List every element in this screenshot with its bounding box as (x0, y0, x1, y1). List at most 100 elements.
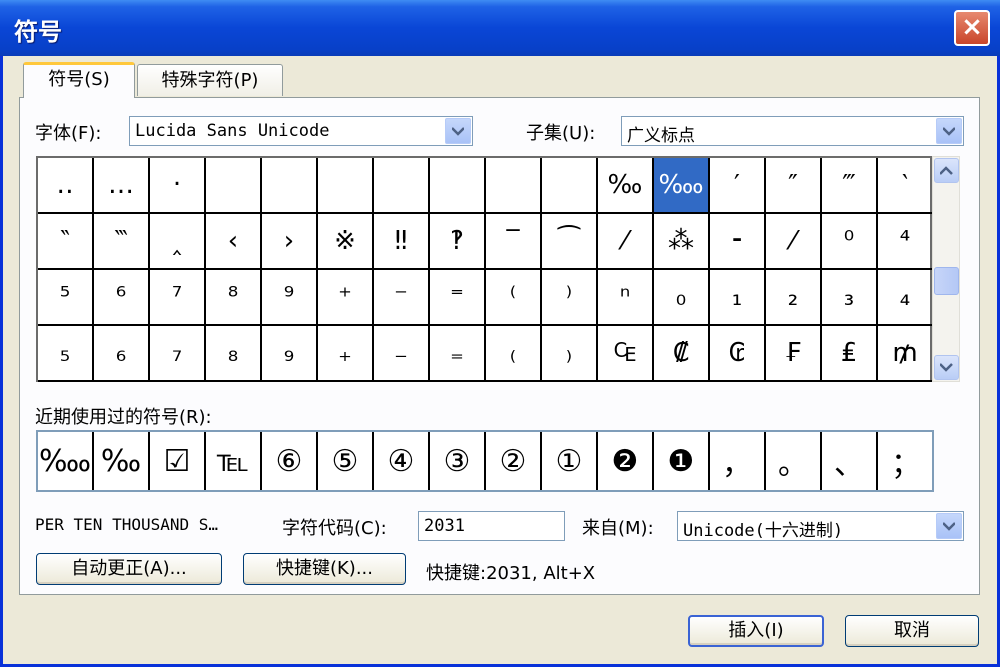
recent-symbol-cell[interactable]: ‱ (38, 432, 94, 490)
symbol-cell[interactable]: … (94, 158, 150, 214)
cancel-button[interactable]: 取消 (845, 615, 979, 647)
symbol-cell[interactable]: ₊ (318, 326, 374, 382)
recent-symbol-cell[interactable]: ； (878, 432, 934, 490)
symbol-cell[interactable]: ⁷ (150, 270, 206, 326)
symbol-cell[interactable] (542, 158, 598, 214)
symbol-cell[interactable]: ₌ (430, 326, 486, 382)
symbol-cell[interactable]: ⁺ (318, 270, 374, 326)
title-bar[interactable]: 符号 × (0, 0, 1000, 56)
symbol-cell[interactable]: ⁰ (822, 214, 878, 270)
symbol-cell[interactable]: ⁽ (486, 270, 542, 326)
symbol-cell[interactable]: ₢ (710, 326, 766, 382)
symbol-cell[interactable]: ⁵ (38, 270, 94, 326)
symbol-cell[interactable]: ‧ (150, 158, 206, 214)
symbol-cell[interactable]: ⁼ (430, 270, 486, 326)
symbol-cell[interactable]: ₆ (94, 326, 150, 382)
symbol-cell[interactable] (262, 158, 318, 214)
recent-symbol-cell[interactable]: ℡ (206, 432, 262, 490)
symbol-cell[interactable]: ⁸ (206, 270, 262, 326)
symbol-cell[interactable]: ‶ (38, 214, 94, 270)
symbol-cell[interactable]: ‵ (878, 158, 934, 214)
symbol-cell[interactable]: ⁻ (374, 270, 430, 326)
symbol-cell[interactable]: ‱ (654, 158, 710, 214)
subset-select[interactable]: 广义标点 (621, 116, 964, 146)
symbol-cell[interactable]: ₁ (710, 270, 766, 326)
symbol-cell[interactable]: ′ (710, 158, 766, 214)
tab-special-chars[interactable]: 特殊字符(P) (137, 64, 283, 96)
recent-symbol-cell[interactable]: ② (486, 432, 542, 490)
symbol-cell[interactable]: ₤ (822, 326, 878, 382)
symbol-cell[interactable] (374, 158, 430, 214)
recent-symbol-cell[interactable]: ☑ (150, 432, 206, 490)
char-code-label: 字符代码(C): (282, 518, 387, 539)
symbol-cell[interactable]: ⁾ (542, 270, 598, 326)
symbol-cell[interactable]: ⁂ (654, 214, 710, 270)
symbol-cell[interactable]: ‸ (150, 214, 206, 270)
dropdown-arrow-icon[interactable] (445, 118, 471, 144)
font-select[interactable]: Lucida Sans Unicode (129, 116, 473, 146)
symbol-cell[interactable]: ⁄ (766, 214, 822, 270)
symbol-cell[interactable]: ※ (318, 214, 374, 270)
recent-symbol-cell[interactable]: ， (710, 432, 766, 490)
scroll-thumb[interactable] (934, 267, 959, 295)
recent-symbol-cell[interactable]: ⑥ (262, 432, 318, 490)
recent-symbol-cell[interactable]: ⑤ (318, 432, 374, 490)
symbol-cell[interactable]: ₉ (262, 326, 318, 382)
symbol-cell[interactable]: ₍ (486, 326, 542, 382)
symbol-cell[interactable]: ₄ (878, 270, 934, 326)
symbol-cell[interactable]: › (262, 214, 318, 270)
symbol-cell[interactable]: ‰ (598, 158, 654, 214)
recent-symbol-cell[interactable]: ① (542, 432, 598, 490)
symbol-cell[interactable]: ‹ (206, 214, 262, 270)
recent-symbol-cell[interactable]: ❶ (654, 432, 710, 490)
symbol-cell[interactable]: ″ (766, 158, 822, 214)
scroll-down-icon[interactable] (934, 355, 959, 380)
symbol-cell[interactable]: ‷ (94, 214, 150, 270)
symbol-cell[interactable]: ₣ (766, 326, 822, 382)
symbol-cell[interactable]: ₎ (542, 326, 598, 382)
symbol-cell[interactable]: ₇ (150, 326, 206, 382)
symbol-cell[interactable] (486, 158, 542, 214)
close-button[interactable]: × (954, 10, 990, 46)
autocorrect-button[interactable]: 自动更正(A)... (36, 553, 222, 585)
symbol-cell[interactable]: ₂ (766, 270, 822, 326)
recent-symbol-cell[interactable]: ❷ (598, 432, 654, 490)
symbol-cell[interactable]: ₋ (374, 326, 430, 382)
symbol-cell[interactable]: ₈ (206, 326, 262, 382)
symbol-cell[interactable]: ₥ (878, 326, 934, 382)
symbol-cell[interactable]: ⁄ (598, 214, 654, 270)
recent-symbol-cell[interactable]: 。 (766, 432, 822, 490)
symbol-cell[interactable]: ⁴ (878, 214, 934, 270)
recent-symbol-cell[interactable]: 、 (822, 432, 878, 490)
char-code-input[interactable]: 2031 (418, 511, 565, 541)
symbol-cell[interactable]: ₠ (598, 326, 654, 382)
dropdown-arrow-icon[interactable] (936, 118, 962, 144)
symbol-cell[interactable]: ‥ (38, 158, 94, 214)
symbol-cell[interactable]: ‾ (486, 214, 542, 270)
recent-symbol-cell[interactable]: ③ (430, 432, 486, 490)
recent-symbol-cell[interactable]: ‰ (94, 432, 150, 490)
symbol-cell[interactable]: ‽ (430, 214, 486, 270)
shortcut-key-button[interactable]: 快捷键(K)... (243, 553, 406, 585)
symbol-cell[interactable]: ₃ (822, 270, 878, 326)
symbol-cell[interactable] (206, 158, 262, 214)
symbol-cell[interactable]: ⁶ (94, 270, 150, 326)
symbol-cell[interactable]: ⁀ (542, 214, 598, 270)
symbol-cell[interactable]: ‼ (374, 214, 430, 270)
symbol-cell[interactable]: ⁃ (710, 214, 766, 270)
from-select[interactable]: Unicode(十六进制) (677, 511, 964, 541)
dropdown-arrow-icon[interactable] (936, 513, 962, 539)
symbol-cell[interactable]: ⁿ (598, 270, 654, 326)
insert-button[interactable]: 插入(I) (688, 615, 824, 647)
tab-symbols[interactable]: 符号(S) (23, 62, 135, 98)
symbol-cell[interactable]: ₅ (38, 326, 94, 382)
recent-symbol-cell[interactable]: ④ (374, 432, 430, 490)
symbol-cell[interactable]: ⁹ (262, 270, 318, 326)
grid-scrollbar[interactable] (932, 156, 960, 382)
symbol-cell[interactable] (318, 158, 374, 214)
scroll-up-icon[interactable] (934, 158, 959, 183)
symbol-cell[interactable] (430, 158, 486, 214)
symbol-cell[interactable]: ‴ (822, 158, 878, 214)
symbol-cell[interactable]: ₡ (654, 326, 710, 382)
symbol-cell[interactable]: ₀ (654, 270, 710, 326)
